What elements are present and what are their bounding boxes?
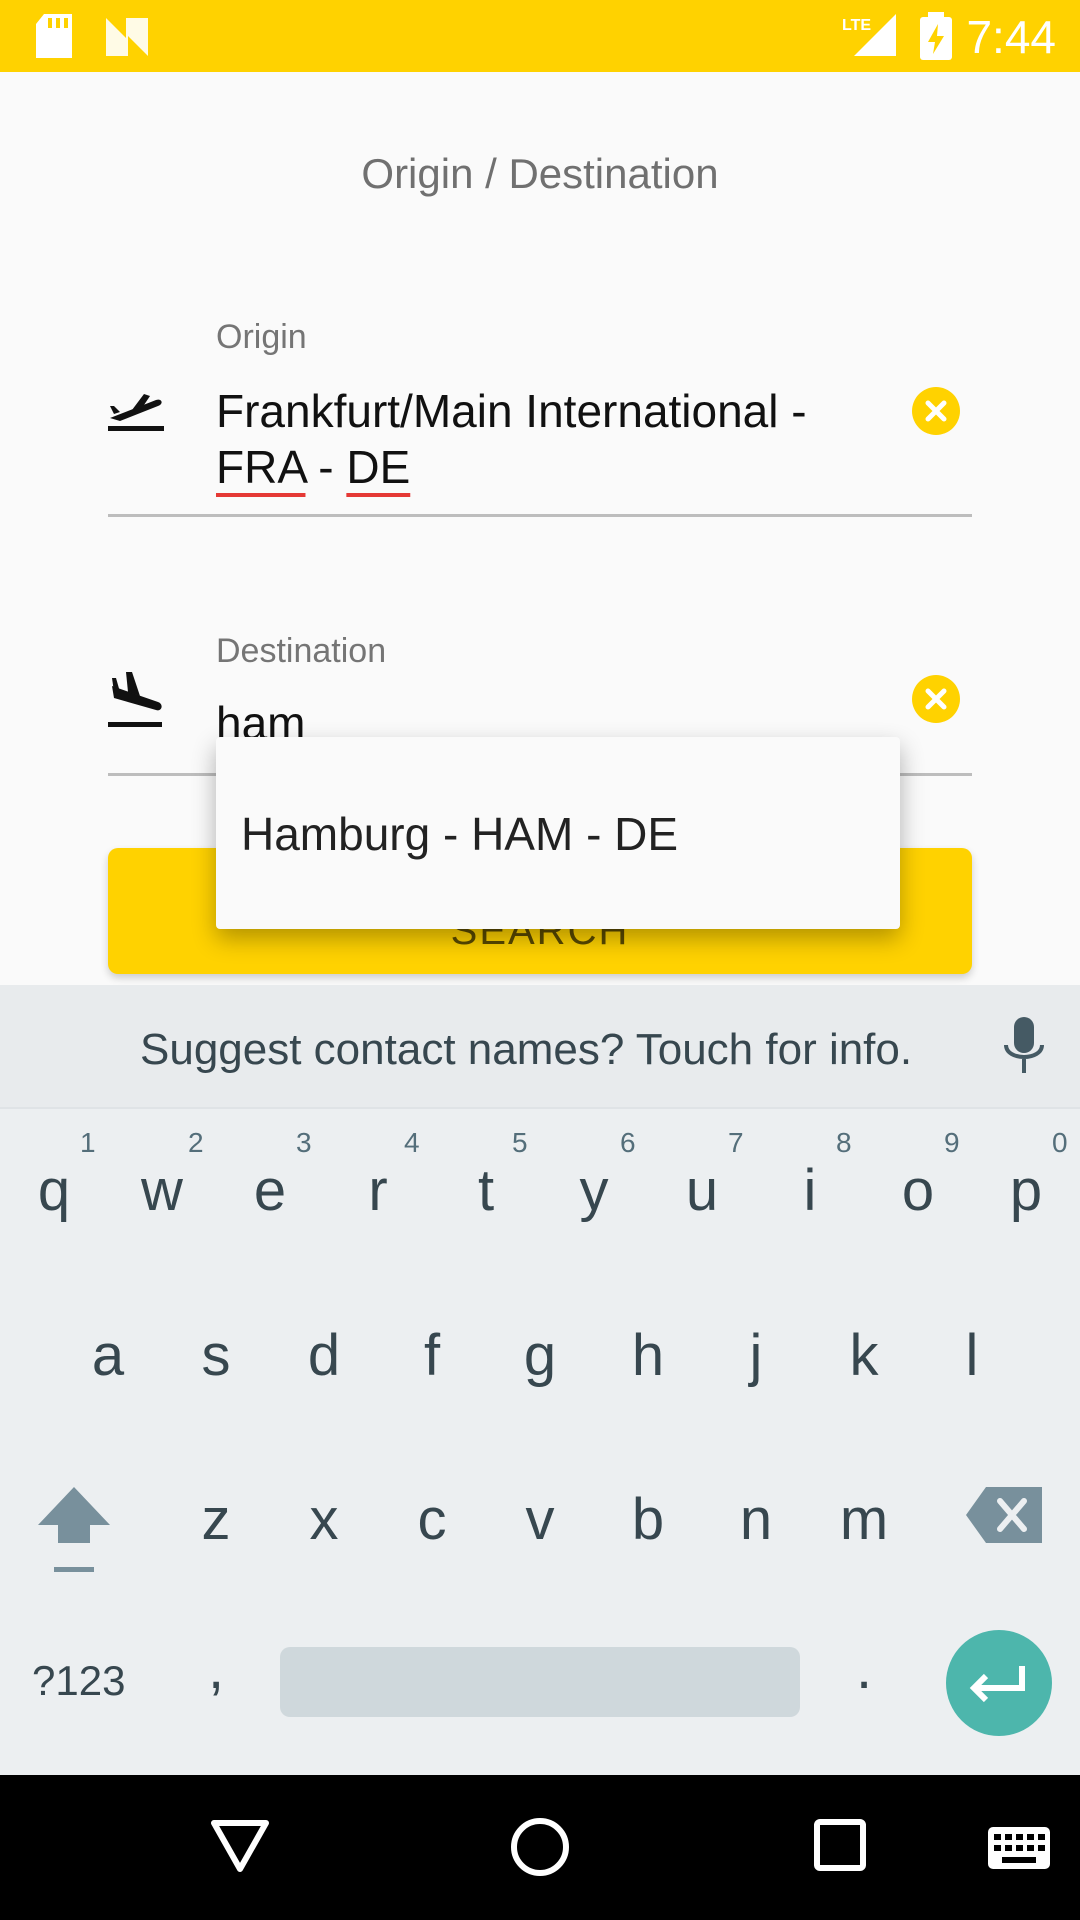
period-key[interactable]: . [824,1635,904,1702]
origin-value-line2: FRA - DE [216,439,876,495]
key-u[interactable]: u [662,1157,742,1224]
signal-icon: LTE [842,14,896,56]
flight-land-icon [108,672,162,727]
origin-value-line1: Frankfurt/Main International - [216,385,807,437]
status-bar: LTE 7:44 [0,0,1080,72]
origin-country: DE [346,441,411,493]
origin-input[interactable]: Frankfurt/Main International - FRA - DE [216,383,876,495]
key-hint-0: 0 [1052,1127,1068,1158]
key-c[interactable]: c [392,1486,472,1553]
destination-label: Destination [216,632,387,670]
key-d[interactable]: d [284,1322,364,1389]
key-a[interactable]: a [68,1322,148,1389]
key-hint-9: 9 [944,1127,960,1158]
key-h[interactable]: h [608,1322,688,1389]
n-notification-icon [106,18,148,56]
symbols-key[interactable]: ?123 [32,1657,125,1705]
key-s[interactable]: s [176,1322,256,1389]
spacebar[interactable] [280,1647,800,1717]
sd-card-icon [36,14,72,58]
key-hint-6: 6 [620,1127,636,1158]
battery-charging-icon [920,12,952,60]
flight-takeoff-icon [108,394,164,431]
key-i[interactable]: i [770,1157,850,1224]
back-icon[interactable] [210,1817,270,1873]
backspace-icon[interactable] [966,1487,1042,1543]
close-icon [925,688,947,710]
key-k[interactable]: k [824,1322,904,1389]
autocomplete-item[interactable]: Hamburg - HAM - DE [241,807,678,861]
enter-icon [969,1666,1025,1703]
key-r[interactable]: r [338,1157,418,1224]
recents-icon[interactable] [814,1819,866,1871]
comma-key[interactable]: , [176,1635,256,1702]
origin-code: FRA [216,441,306,493]
key-g[interactable]: g [500,1322,580,1389]
origin-underline [108,514,972,517]
key-q[interactable]: q [14,1157,94,1224]
key-hint-4: 4 [404,1127,420,1158]
suggestion-bar[interactable]: Suggest contact names? Touch for info. [0,985,1080,1109]
key-hint-7: 7 [728,1127,744,1158]
soft-keyboard: Suggest contact names? Touch for info. 1… [0,985,1080,1775]
key-hint-1: 1 [80,1127,96,1158]
origin-separator: - [305,441,347,493]
page-title: Origin / Destination [361,150,719,197]
shift-key[interactable] [38,1485,110,1577]
keyboard-switch-icon[interactable] [988,1827,1050,1869]
autocomplete-dropdown: Hamburg - HAM - DE [216,737,900,929]
key-b[interactable]: b [608,1486,688,1553]
key-t[interactable]: t [446,1157,526,1224]
key-f[interactable]: f [392,1322,472,1389]
key-hint-8: 8 [836,1127,852,1158]
enter-key[interactable] [946,1630,1052,1736]
origin-label: Origin [216,318,307,356]
key-v[interactable]: v [500,1486,580,1553]
key-hint-5: 5 [512,1127,528,1158]
status-time: 7:44 [966,11,1056,63]
key-o[interactable]: o [878,1157,958,1224]
key-x[interactable]: x [284,1486,364,1553]
key-hint-3: 3 [296,1127,312,1158]
key-l[interactable]: l [932,1322,1012,1389]
key-w[interactable]: w [122,1157,202,1224]
microphone-icon[interactable] [1000,1017,1048,1081]
close-icon [925,400,947,422]
navigation-bar [0,1775,1080,1920]
svg-text:LTE: LTE [842,17,871,34]
suggestion-text[interactable]: Suggest contact names? Touch for info. [140,1025,912,1075]
key-y[interactable]: y [554,1157,634,1224]
key-m[interactable]: m [824,1486,904,1553]
clear-origin-button[interactable] [912,387,960,435]
clear-destination-button[interactable] [912,675,960,723]
key-n[interactable]: n [716,1486,796,1553]
key-j[interactable]: j [716,1322,796,1389]
key-e[interactable]: e [230,1157,310,1224]
key-hint-2: 2 [188,1127,204,1158]
key-z[interactable]: z [176,1486,256,1553]
home-icon[interactable] [510,1817,570,1877]
key-p[interactable]: p [986,1157,1066,1224]
